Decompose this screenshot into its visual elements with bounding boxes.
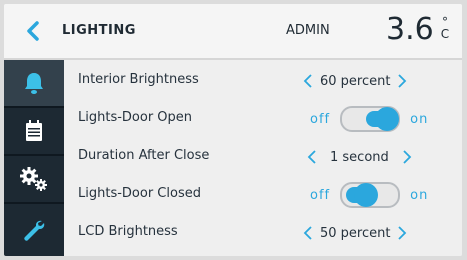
bell-icon bbox=[25, 73, 43, 94]
toggle-switch[interactable] bbox=[340, 106, 401, 132]
header-bar: LIGHTING ADMIN 3.6 ° C bbox=[4, 4, 462, 60]
decrease-button[interactable] bbox=[300, 221, 316, 245]
sidebar-item-schedule[interactable] bbox=[4, 108, 64, 154]
gears-icon bbox=[20, 167, 47, 191]
setting-label: LCD Brightness bbox=[78, 224, 178, 239]
decrease-button[interactable] bbox=[300, 69, 316, 93]
duration-after-close-stepper: 1 second bbox=[304, 144, 415, 170]
toggle-switch[interactable] bbox=[340, 182, 401, 208]
temperature-readout: 3.6 bbox=[386, 12, 434, 47]
chevron-left-icon bbox=[303, 74, 312, 88]
stepper-value: 50 percent bbox=[320, 225, 391, 241]
interior-brightness-stepper: 60 percent bbox=[300, 68, 410, 94]
chevron-right-icon bbox=[398, 226, 407, 240]
sidebar-item-service[interactable] bbox=[4, 204, 64, 256]
setting-row-duration-after-close: Duration After Close 1 second bbox=[64, 138, 462, 176]
stepper-value: 1 second bbox=[330, 149, 389, 165]
setting-row-lcd-brightness: LCD Brightness 50 percent bbox=[64, 214, 462, 252]
lcd-brightness-stepper: 50 percent bbox=[300, 220, 410, 246]
toggle-off-label: off bbox=[310, 187, 331, 203]
increase-button[interactable] bbox=[394, 221, 410, 245]
wrench-icon bbox=[24, 220, 45, 241]
toggle-knob bbox=[354, 183, 379, 207]
lighting-screen: LIGHTING ADMIN 3.6 ° C Interior Brightne… bbox=[4, 4, 462, 256]
sidebar-item-settings[interactable] bbox=[4, 156, 64, 202]
lights-door-open-switch: off on bbox=[310, 106, 428, 132]
lights-door-closed-switch: off on bbox=[310, 182, 428, 208]
chevron-right-icon bbox=[398, 74, 407, 88]
stepper-value: 60 percent bbox=[320, 73, 391, 89]
setting-row-lights-door-open: Lights-Door Open off on bbox=[64, 100, 462, 138]
increase-button[interactable] bbox=[394, 69, 410, 93]
toggle-on-label: on bbox=[410, 187, 429, 203]
temperature-unit: ° C bbox=[437, 16, 453, 40]
setting-label: Lights-Door Open bbox=[78, 110, 193, 125]
decrease-button[interactable] bbox=[304, 145, 320, 169]
setting-label: Lights-Door Closed bbox=[78, 186, 201, 201]
toggle-knob bbox=[375, 107, 400, 131]
setting-label: Duration After Close bbox=[78, 148, 210, 163]
setting-row-lights-door-closed: Lights-Door Closed off on bbox=[64, 176, 462, 214]
toggle-on-label: on bbox=[410, 111, 429, 127]
chevron-left-icon bbox=[307, 150, 316, 164]
setting-label: Interior Brightness bbox=[78, 72, 199, 87]
page-title: LIGHTING bbox=[62, 23, 136, 38]
user-role-label: ADMIN bbox=[286, 23, 330, 38]
increase-button[interactable] bbox=[399, 145, 415, 169]
toggle-off-label: off bbox=[310, 111, 331, 127]
calendar-icon bbox=[26, 120, 42, 141]
chevron-left-icon bbox=[27, 21, 39, 41]
setting-row-interior-brightness: Interior Brightness 60 percent bbox=[64, 62, 462, 100]
back-button[interactable] bbox=[18, 16, 48, 46]
chevron-right-icon bbox=[403, 150, 412, 164]
chevron-left-icon bbox=[303, 226, 312, 240]
sidebar-item-alarms[interactable] bbox=[4, 60, 64, 106]
unit-letter: C bbox=[440, 27, 450, 41]
settings-list: Interior Brightness 60 percent Lights-Do… bbox=[64, 60, 462, 256]
sidebar bbox=[4, 60, 64, 256]
